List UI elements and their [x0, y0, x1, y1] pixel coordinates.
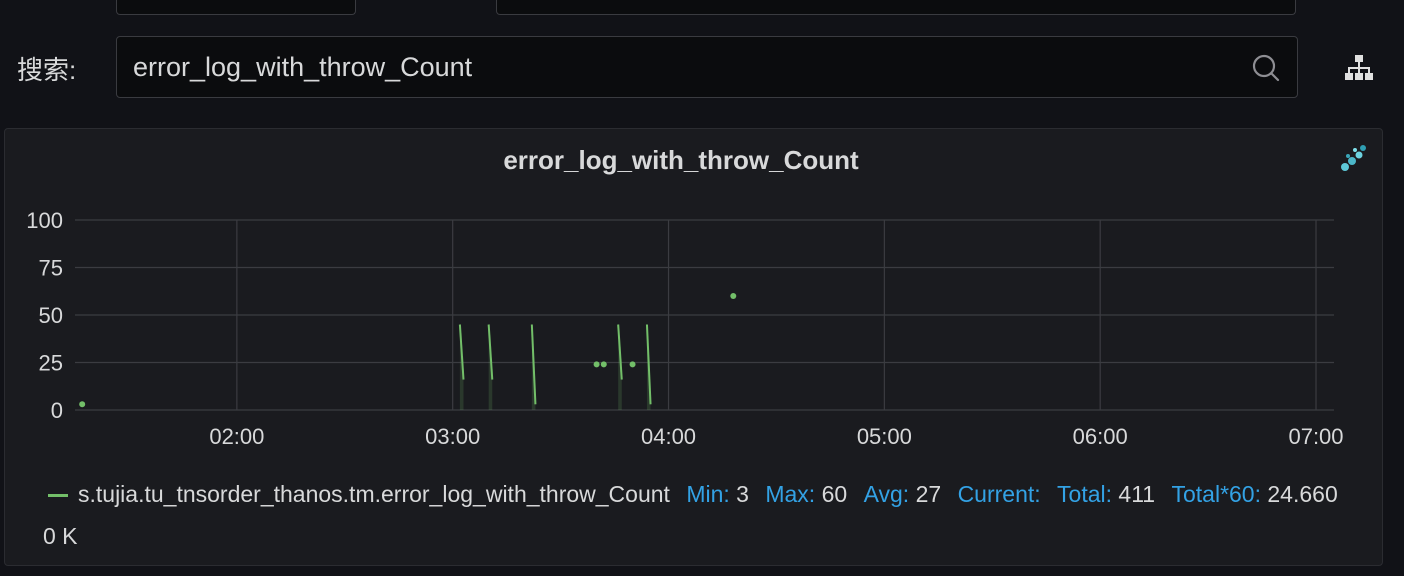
- legend-total60-label: Total*60:: [1171, 481, 1261, 507]
- graph-panel: error_log_with_throw_Count 100 75 50 25 0 02…: [4, 128, 1383, 566]
- search-label: 搜索:: [17, 55, 77, 85]
- x-tick-label: 03:00: [425, 424, 480, 449]
- series-point: [79, 401, 86, 408]
- legend-current-label: Current:: [957, 481, 1041, 507]
- x-axis-ticks: 02:00 03:00 04:00 05:00 06:00 07:00: [209, 424, 1343, 449]
- series-point: [730, 293, 737, 299]
- y-axis-ticks: 100 75 50 25 0: [26, 208, 63, 423]
- chart: 100 75 50 25 0 02:00 03:00 04:00 05:00 06:00 07:0…: [26, 208, 1343, 449]
- legend-avg-label: Avg:: [863, 481, 910, 507]
- series-point: [593, 361, 600, 368]
- legend-total-label: Total:: [1057, 481, 1113, 507]
- legend: s.tujia.tu_tnsorder_thanos.tm.error_log_…: [43, 473, 1373, 557]
- search-input[interactable]: [133, 37, 1233, 97]
- y-tick-label: 100: [26, 208, 63, 233]
- y-tick-label: 25: [39, 351, 63, 376]
- legend-total60-value: 24.660: [1267, 481, 1338, 507]
- x-tick-label: 04:00: [641, 424, 696, 449]
- top-dropdown-right[interactable]: [496, 0, 1296, 15]
- hierarchy-icon[interactable]: [1344, 54, 1374, 84]
- x-tick-label: 07:00: [1288, 424, 1343, 449]
- series-layer: [79, 293, 737, 410]
- search-box[interactable]: [116, 36, 1298, 98]
- y-tick-label: 0: [51, 398, 63, 423]
- legend-max-label: Max:: [765, 481, 816, 507]
- legend-series-name[interactable]: s.tujia.tu_tnsorder_thanos.tm.error_log_…: [78, 481, 670, 507]
- x-tick-label: 02:00: [209, 424, 264, 449]
- legend-min-value: 3: [736, 481, 749, 507]
- legend-total60-unit: 0 K: [43, 523, 78, 549]
- legend-avg-value: 27: [915, 481, 942, 507]
- legend-total-value: 411: [1118, 481, 1156, 507]
- chart-grid: [75, 219, 1334, 411]
- series-point: [629, 361, 636, 368]
- y-tick-label: 75: [39, 256, 63, 281]
- legend-max-value: 60: [821, 481, 848, 507]
- top-dropdown-left[interactable]: [116, 0, 356, 15]
- x-tick-label: 06:00: [1073, 424, 1128, 449]
- legend-min-label: Min:: [686, 481, 730, 507]
- search-icon[interactable]: [1251, 53, 1281, 83]
- x-tick-label: 05:00: [857, 424, 912, 449]
- legend-series-swatch: [48, 494, 68, 498]
- y-tick-label: 50: [39, 303, 63, 328]
- series-point: [600, 361, 607, 368]
